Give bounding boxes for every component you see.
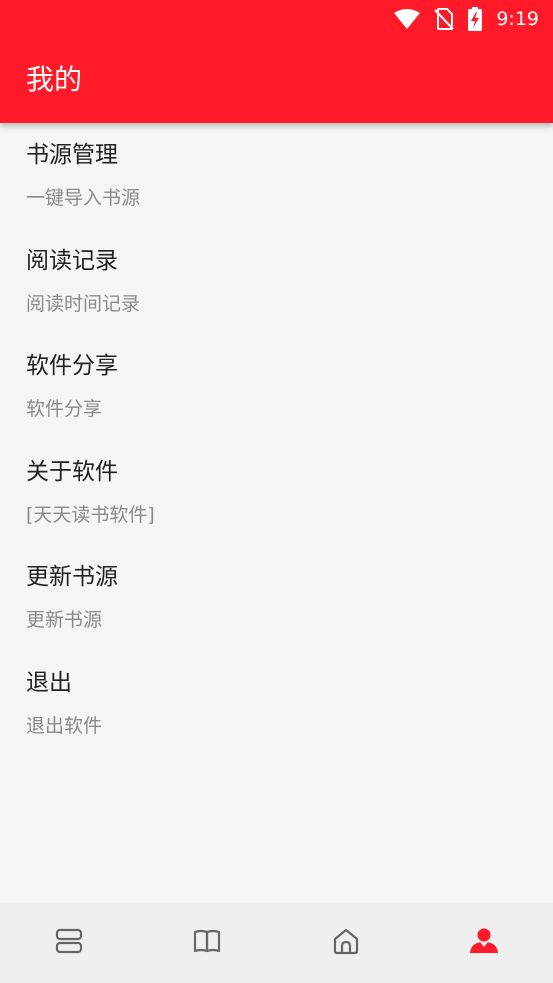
menu-item-subtitle: 更新书源 xyxy=(26,609,103,631)
home-icon xyxy=(332,927,360,959)
status-time: 9:19 xyxy=(496,8,539,30)
menu-item-title: 阅读记录 xyxy=(26,247,118,274)
menu-item-source-management[interactable]: 书源管理 一键导入书源 xyxy=(0,123,553,229)
menu-item-exit[interactable]: 退出 退出软件 xyxy=(0,651,553,757)
menu-item-title: 更新书源 xyxy=(26,564,118,590)
menu-item-subtitle: 软件分享 xyxy=(26,398,103,420)
battery-charging-icon xyxy=(468,7,483,31)
menu-item-subtitle: [天天读书软件] xyxy=(26,503,155,526)
menu-item-share-app[interactable]: 软件分享 软件分享 xyxy=(0,334,553,440)
nav-tab-bookshelf[interactable] xyxy=(0,903,138,983)
menu-item-subtitle: 阅读时间记录 xyxy=(26,292,141,315)
menu-item-reading-history[interactable]: 阅读记录 阅读时间记录 xyxy=(0,229,553,335)
bookshelf-icon xyxy=(55,928,83,958)
profile-icon xyxy=(469,927,499,959)
page-title: 我的 xyxy=(26,63,83,96)
menu-item-subtitle: 退出软件 xyxy=(26,714,103,737)
bottom-nav xyxy=(0,903,553,983)
status-bar: 9:19 xyxy=(394,0,553,38)
app-header: 9:19 我的 xyxy=(0,0,553,123)
menu-item-title: 退出 xyxy=(26,669,72,696)
menu-item-title: 书源管理 xyxy=(26,142,118,168)
menu-item-title: 软件分享 xyxy=(26,353,118,379)
wifi-icon xyxy=(394,9,421,29)
book-icon xyxy=(193,929,221,957)
menu-item-about[interactable]: 关于软件 [天天读书软件] xyxy=(0,440,553,546)
no-sim-icon xyxy=(434,8,455,30)
menu-item-subtitle: 一键导入书源 xyxy=(26,187,141,209)
nav-tab-book[interactable] xyxy=(138,903,276,983)
menu-list: 书源管理 一键导入书源 阅读记录 阅读时间记录 软件分享 软件分享 关于软件 [… xyxy=(0,123,553,756)
menu-item-title: 关于软件 xyxy=(26,458,118,485)
nav-tab-profile[interactable] xyxy=(415,903,553,983)
nav-tab-home[interactable] xyxy=(277,903,415,983)
menu-item-update-sources[interactable]: 更新书源 更新书源 xyxy=(0,545,553,651)
